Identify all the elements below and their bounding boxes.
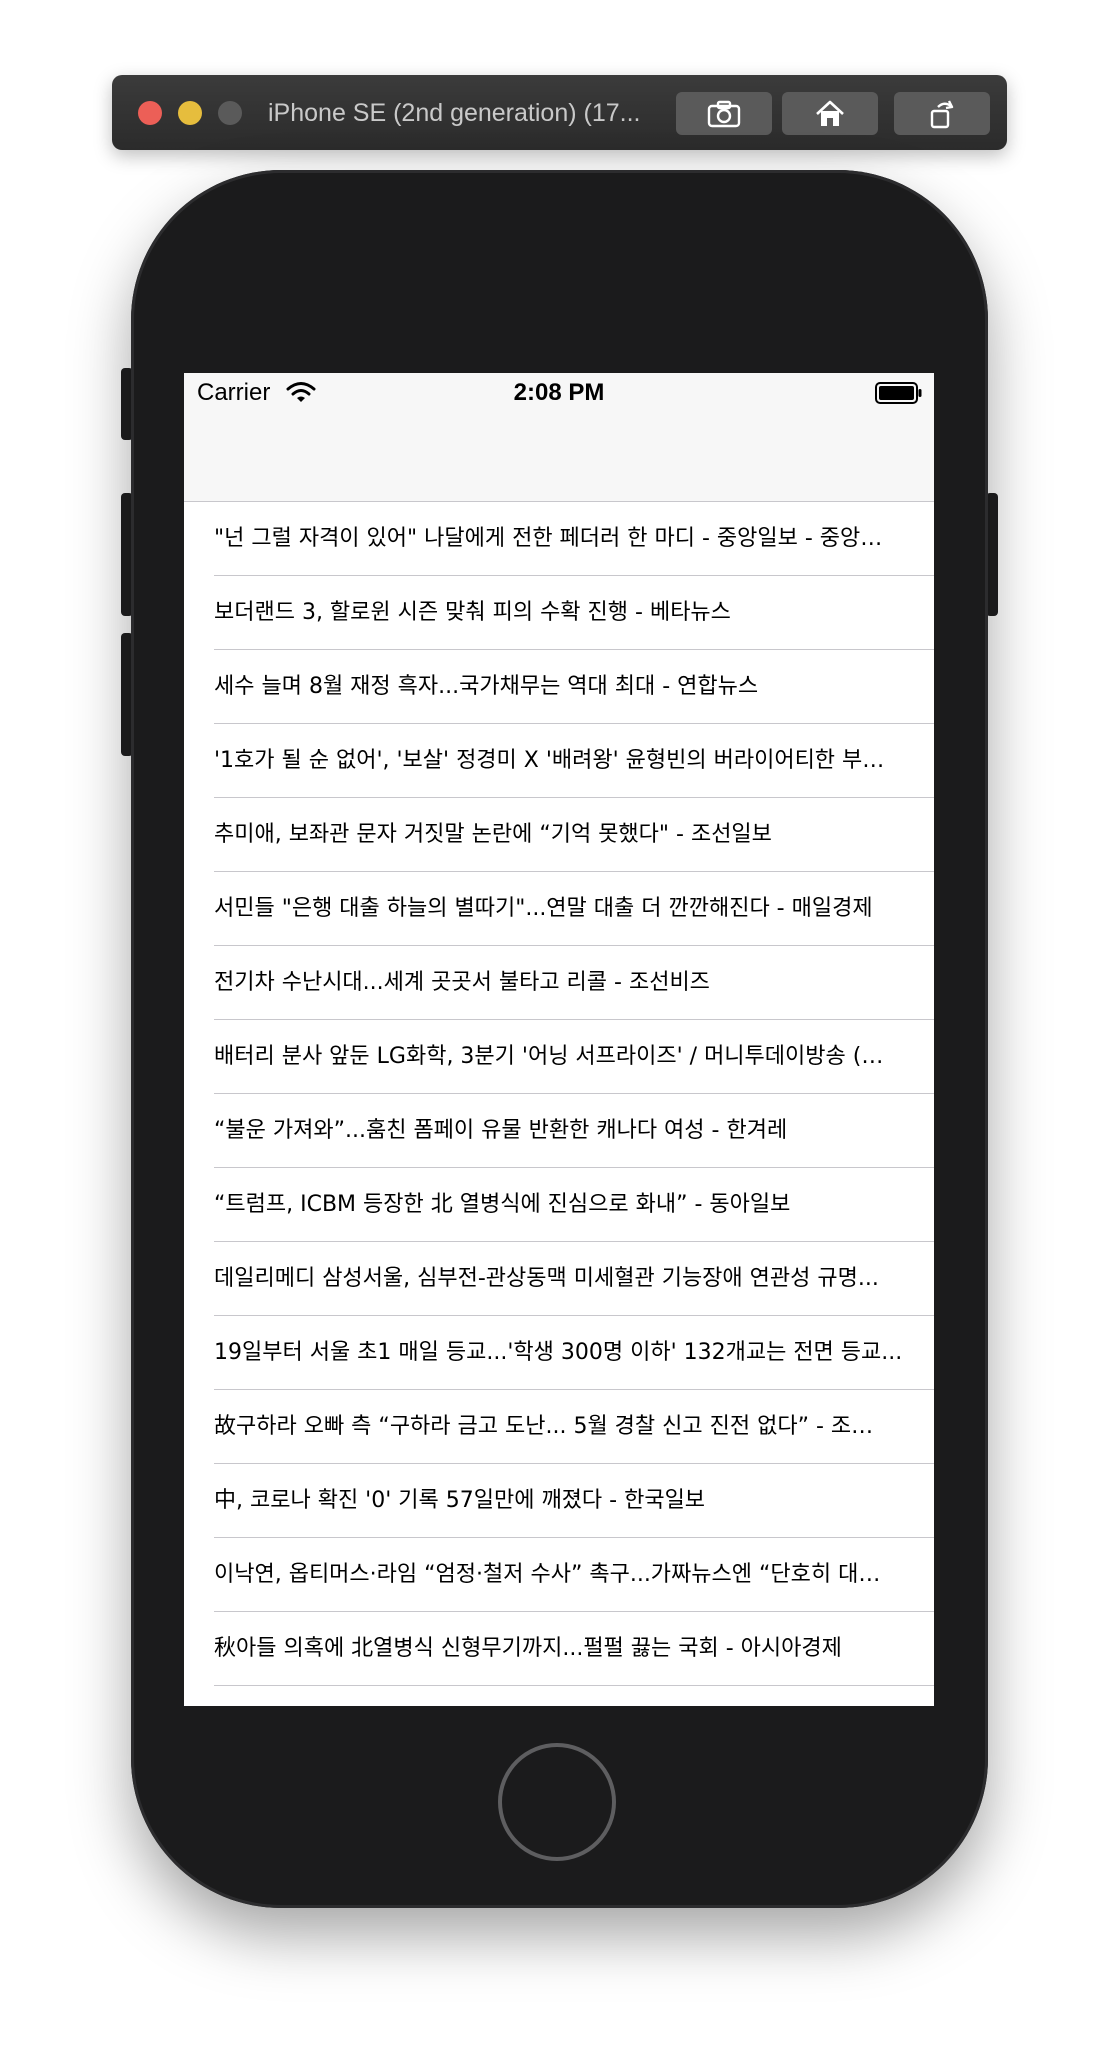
status-time: 2:08 PM <box>513 379 605 406</box>
news-row[interactable]: 秋아들 의혹에 北열병식 신형무기까지...펄펄 끓는 국회 - 아시아경제 <box>184 1612 934 1686</box>
news-title: '1호가 될 순 없어', '보살' 정경미 X '배려왕' 윤형빈의 버라이어… <box>214 748 885 773</box>
news-row[interactable]: 19일부터 서울 초1 매일 등교...'학생 300명 이하' 132개교는 … <box>184 1316 934 1390</box>
news-title: 추미애, 보좌관 문자 거짓말 논란에 “기억 못했다" - 조선일보 <box>214 822 772 847</box>
news-title: 中, 코로나 확진 '0' 기록 57일만에 깨졌다 - 한국일보 <box>214 1488 706 1513</box>
camera-icon <box>707 100 741 127</box>
rotate-icon <box>930 99 954 128</box>
news-title: 세수 늘며 8월 재정 흑자...국가채무는 역대 최대 - 연합뉴스 <box>214 674 759 699</box>
news-row[interactable]: "넌 그럴 자격이 있어" 나달에게 전한 페더러 한 마디 - 중앙일보 - … <box>184 502 934 576</box>
status-bar: Carrier 2:08 PM <box>184 373 934 413</box>
news-title: 전기차 수난시대...세계 곳곳서 불타고 리콜 - 조선비즈 <box>214 970 710 995</box>
screenshot-button[interactable] <box>676 92 772 135</box>
battery-icon <box>875 382 922 404</box>
news-row[interactable]: 추미애, 보좌관 문자 거짓말 논란에 “기억 못했다" - 조선일보 <box>184 798 934 872</box>
news-row[interactable]: 보더랜드 3, 할로윈 시즌 맞춰 피의 수확 진행 - 베타뉴스 <box>184 576 934 650</box>
news-title: 서민들 "은행 대출 하늘의 별따기"...연말 대출 더 깐깐해진다 - 매일… <box>214 896 873 921</box>
news-title: 보더랜드 3, 할로윈 시즌 맞춰 피의 수확 진행 - 베타뉴스 <box>214 600 731 625</box>
news-title: 秋아들 의혹에 北열병식 신형무기까지...펄펄 끓는 국회 - 아시아경제 <box>214 1636 842 1661</box>
zoom-window-button[interactable] <box>218 101 242 125</box>
news-title: 데일리메디 삼성서울, 심부전-관상동맥 미세혈관 기능장애 연관성 규명... <box>214 1266 879 1291</box>
minimize-window-button[interactable] <box>178 101 202 125</box>
news-row[interactable]: “불운 가져와”...훔친 폼페이 유물 반환한 캐나다 여성 - 한겨레 <box>184 1094 934 1168</box>
news-row[interactable]: 이낙연, 옵티머스·라임 “엄정·철저 수사” 촉구...가짜뉴스엔 “단호히 … <box>184 1538 934 1612</box>
news-title: 19일부터 서울 초1 매일 등교...'학생 300명 이하' 132개교는 … <box>214 1340 903 1365</box>
news-row[interactable]: '1호가 될 순 없어', '보살' 정경미 X '배려왕' 윤형빈의 버라이어… <box>184 724 934 798</box>
simulator-window-title: iPhone SE (2nd generation) (17... <box>268 99 641 127</box>
close-window-button[interactable] <box>138 101 162 125</box>
news-row[interactable]: “트럼프, ICBM 등장한 北 열병식에 진심으로 화내” - 동아일보 <box>184 1168 934 1242</box>
news-row[interactable]: 中, 코로나 확진 '0' 기록 57일만에 깨졌다 - 한국일보 <box>184 1464 934 1538</box>
home-button[interactable] <box>782 92 878 135</box>
news-row[interactable]: 배터리 분사 앞둔 LG화학, 3분기 '어닝 서프라이즈' / 머니투데이방송… <box>184 1020 934 1094</box>
home-icon <box>816 100 844 126</box>
news-row[interactable]: 서민들 "은행 대출 하늘의 별따기"...연말 대출 더 깐깐해진다 - 매일… <box>184 872 934 946</box>
news-title: “불운 가져와”...훔친 폼페이 유물 반환한 캐나다 여성 - 한겨레 <box>214 1118 788 1143</box>
news-row[interactable]: 故구하라 오빠 측 “구하라 금고 도난... 5월 경찰 신고 진전 없다” … <box>184 1390 934 1464</box>
news-title: 이낙연, 옵티머스·라임 “엄정·철저 수사” 촉구...가짜뉴스엔 “단호히 … <box>214 1562 881 1587</box>
news-row[interactable]: 전기차 수난시대...세계 곳곳서 불타고 리콜 - 조선비즈 <box>184 946 934 1020</box>
device-home-button[interactable] <box>498 1743 616 1861</box>
simulator-toolbar: iPhone SE (2nd generation) (17... <box>112 75 1007 150</box>
navigation-bar <box>184 413 934 502</box>
news-title: "넌 그럴 자격이 있어" 나달에게 전한 페더러 한 마디 - 중앙일보 - … <box>214 526 883 551</box>
news-list[interactable]: "넌 그럴 자격이 있어" 나달에게 전한 페더러 한 마디 - 중앙일보 - … <box>184 502 934 1686</box>
news-row[interactable]: 데일리메디 삼성서울, 심부전-관상동맥 미세혈관 기능장애 연관성 규명... <box>184 1242 934 1316</box>
rotate-button[interactable] <box>894 92 990 135</box>
news-row[interactable]: 세수 늘며 8월 재정 흑자...국가채무는 역대 최대 - 연합뉴스 <box>184 650 934 724</box>
news-title: 故구하라 오빠 측 “구하라 금고 도난... 5월 경찰 신고 진전 없다” … <box>214 1414 874 1439</box>
device-screen: Carrier 2:08 PM "넌 그럴 자격이 있어" 나달에게 전한 페더… <box>184 373 934 1706</box>
news-title: “트럼프, ICBM 등장한 北 열병식에 진심으로 화내” - 동아일보 <box>214 1192 791 1217</box>
news-title: 배터리 분사 앞둔 LG화학, 3분기 '어닝 서프라이즈' / 머니투데이방송… <box>214 1044 884 1069</box>
